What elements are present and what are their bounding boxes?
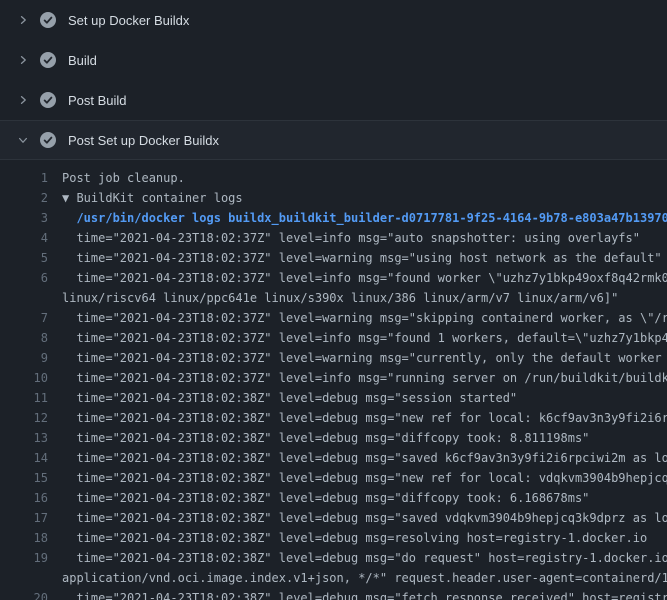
log-line-number[interactable]: 11	[0, 388, 48, 408]
step-success-icon	[40, 92, 56, 108]
log-line: 9 time="2021-04-23T18:02:37Z" level=warn…	[0, 348, 667, 368]
log-line-text: time="2021-04-23T18:02:38Z" level=debug …	[62, 488, 667, 508]
log-line: 5 time="2021-04-23T18:02:37Z" level=warn…	[0, 248, 667, 268]
log-line-text: Post job cleanup.	[62, 168, 667, 188]
log-line-number[interactable]: 20	[0, 588, 48, 600]
chevron-right-icon	[16, 13, 30, 27]
chevron-down-icon	[16, 133, 30, 147]
log-line-number[interactable]: 9	[0, 348, 48, 368]
log-line-text: time="2021-04-23T18:02:38Z" level=debug …	[62, 528, 667, 548]
log-line-number[interactable]: 13	[0, 428, 48, 448]
log-line-text: time="2021-04-23T18:02:38Z" level=debug …	[62, 408, 667, 428]
log-line-text: time="2021-04-23T18:02:37Z" level=info m…	[62, 268, 667, 288]
log-line: 10 time="2021-04-23T18:02:37Z" level=inf…	[0, 368, 667, 388]
log-line: 3 /usr/bin/docker logs buildx_buildkit_b…	[0, 208, 667, 228]
log-line-text: time="2021-04-23T18:02:37Z" level=warnin…	[62, 248, 667, 268]
step-name: Build	[68, 53, 97, 68]
log-line-number[interactable]: 4	[0, 228, 48, 248]
step-row[interactable]: Build	[0, 40, 667, 80]
workflow-log-viewer: Set up Docker Buildx Build Post Build Post …	[0, 0, 667, 600]
log-line: 13 time="2021-04-23T18:02:38Z" level=deb…	[0, 428, 667, 448]
log-line-text: ▼ BuildKit container logs	[62, 188, 667, 208]
log-line: 15 time="2021-04-23T18:02:38Z" level=deb…	[0, 468, 667, 488]
log-line-number[interactable]: 2	[0, 188, 48, 208]
log-line-text: time="2021-04-23T18:02:37Z" level=warnin…	[62, 308, 667, 328]
log-line: 8 time="2021-04-23T18:02:37Z" level=info…	[0, 328, 667, 348]
log-line-text: time="2021-04-23T18:02:38Z" level=debug …	[62, 428, 667, 448]
log-line-text: time="2021-04-23T18:02:38Z" level=debug …	[62, 508, 667, 528]
log-line: 11 time="2021-04-23T18:02:38Z" level=deb…	[0, 388, 667, 408]
log-line: linux/riscv64 linux/ppc641e linux/s390x …	[0, 288, 667, 308]
log-line: 6 time="2021-04-23T18:02:37Z" level=info…	[0, 268, 667, 288]
log-line: 4 time="2021-04-23T18:02:37Z" level=info…	[0, 228, 667, 248]
log-line-text: time="2021-04-23T18:02:38Z" level=debug …	[62, 588, 667, 600]
log-line-number[interactable]: 10	[0, 368, 48, 388]
step-row[interactable]: Post Build	[0, 80, 667, 120]
log-line-text: application/vnd.oci.image.index.v1+json,…	[62, 568, 667, 588]
log-line-number	[0, 568, 48, 588]
step-row[interactable]: Post Set up Docker Buildx	[0, 120, 667, 160]
log-line-text: time="2021-04-23T18:02:37Z" level=info m…	[62, 328, 667, 348]
log-output: 1 Post job cleanup. 2 ▼ BuildKit container …	[0, 160, 667, 600]
log-line-number[interactable]: 14	[0, 448, 48, 468]
log-line: 17 time="2021-04-23T18:02:38Z" level=deb…	[0, 508, 667, 528]
step-list: Set up Docker Buildx Build Post Build Post …	[0, 0, 667, 160]
log-line: 18 time="2021-04-23T18:02:38Z" level=deb…	[0, 528, 667, 548]
log-line-text: time="2021-04-23T18:02:38Z" level=debug …	[62, 448, 667, 468]
step-success-icon	[40, 12, 56, 28]
step-success-icon	[40, 132, 56, 148]
log-line: 14 time="2021-04-23T18:02:38Z" level=deb…	[0, 448, 667, 468]
log-group-toggle-icon[interactable]: ▼	[62, 191, 76, 205]
log-line-number[interactable]: 8	[0, 328, 48, 348]
log-line-number[interactable]: 12	[0, 408, 48, 428]
log-line-number[interactable]: 3	[0, 208, 48, 228]
log-line-text: linux/riscv64 linux/ppc641e linux/s390x …	[62, 288, 667, 308]
chevron-right-icon	[16, 93, 30, 107]
log-line-number[interactable]: 15	[0, 468, 48, 488]
log-line-text: time="2021-04-23T18:02:38Z" level=debug …	[62, 388, 667, 408]
log-line-number[interactable]: 6	[0, 268, 48, 288]
log-line-text: time="2021-04-23T18:02:37Z" level=warnin…	[62, 348, 667, 368]
log-line-text: time="2021-04-23T18:02:37Z" level=info m…	[62, 368, 667, 388]
log-line-number	[0, 288, 48, 308]
step-name: Post Set up Docker Buildx	[68, 133, 219, 148]
log-line: application/vnd.oci.image.index.v1+json,…	[0, 568, 667, 588]
log-line-text: time="2021-04-23T18:02:38Z" level=debug …	[62, 548, 667, 568]
log-line-number[interactable]: 7	[0, 308, 48, 328]
log-line-number[interactable]: 19	[0, 548, 48, 568]
log-line-number[interactable]: 17	[0, 508, 48, 528]
log-line: 12 time="2021-04-23T18:02:38Z" level=deb…	[0, 408, 667, 428]
log-line-number[interactable]: 16	[0, 488, 48, 508]
log-line: 2 ▼ BuildKit container logs	[0, 188, 667, 208]
log-line-number[interactable]: 18	[0, 528, 48, 548]
log-line: 1 Post job cleanup.	[0, 168, 667, 188]
step-success-icon	[40, 52, 56, 68]
log-line-text: time="2021-04-23T18:02:38Z" level=debug …	[62, 468, 667, 488]
log-line: 19 time="2021-04-23T18:02:38Z" level=deb…	[0, 548, 667, 568]
log-line: 7 time="2021-04-23T18:02:37Z" level=warn…	[0, 308, 667, 328]
log-line: 16 time="2021-04-23T18:02:38Z" level=deb…	[0, 488, 667, 508]
step-row[interactable]: Set up Docker Buildx	[0, 0, 667, 40]
log-line-text: time="2021-04-23T18:02:37Z" level=info m…	[62, 228, 667, 248]
log-line-number[interactable]: 5	[0, 248, 48, 268]
log-line-number[interactable]: 1	[0, 168, 48, 188]
step-name: Set up Docker Buildx	[68, 13, 189, 28]
step-name: Post Build	[68, 93, 127, 108]
chevron-right-icon	[16, 53, 30, 67]
log-line: 20 time="2021-04-23T18:02:38Z" level=deb…	[0, 588, 667, 600]
log-command-text: /usr/bin/docker logs buildx_buildkit_bui…	[62, 208, 667, 228]
